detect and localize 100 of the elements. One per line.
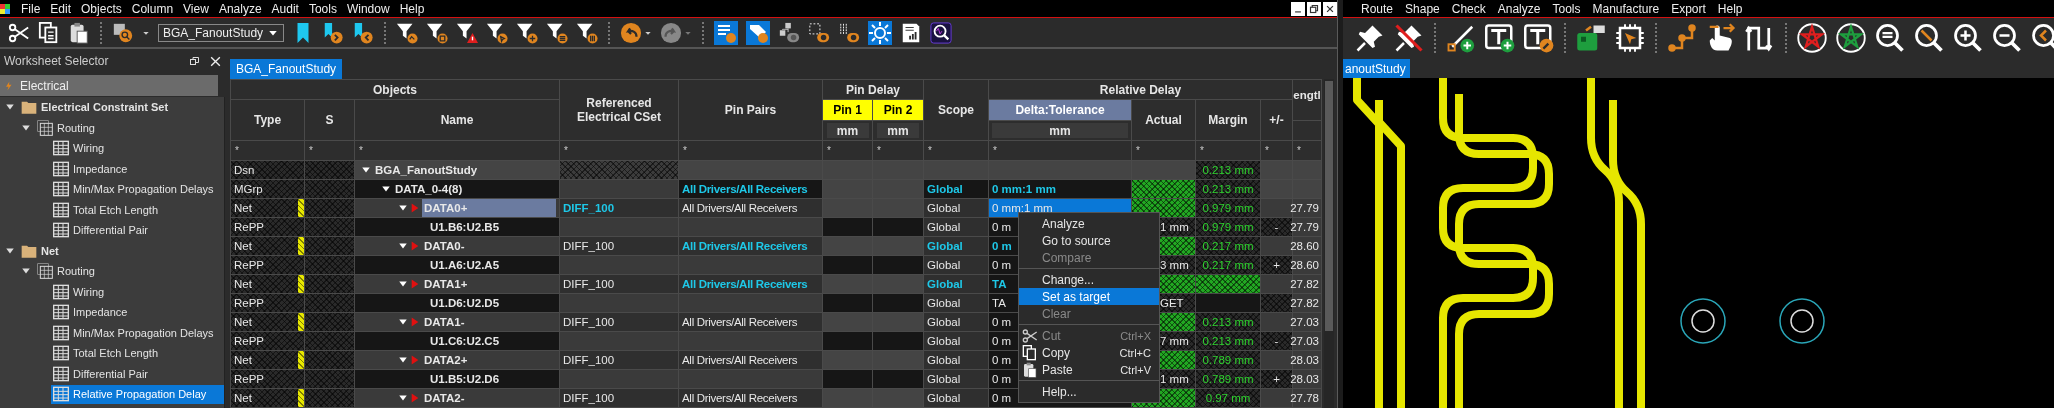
tag-toggle-icon[interactable] [746, 20, 770, 45]
menu-item[interactable]: Paste Ctrl+V [1019, 361, 1159, 378]
object-name[interactable]: DATA_0-4(8) [393, 180, 556, 198]
object-name[interactable]: U1.D6:U2.D5 [428, 294, 556, 312]
domain-bar[interactable]: Electrical [0, 75, 218, 96]
tree-item[interactable]: Differential Pair [51, 220, 224, 240]
zoom-fit-icon[interactable] [1875, 23, 1905, 53]
menu-item[interactable]: Export [1665, 1, 1712, 16]
column-header[interactable]: Delta:Tolerance [989, 100, 1131, 120]
menu-item[interactable]: Objects [76, 1, 127, 16]
pcb-canvas[interactable] [1343, 78, 2054, 408]
column-header[interactable]: Pin 1 [823, 100, 872, 120]
expand-arrow-icon[interactable] [398, 241, 408, 251]
list-settings-icon[interactable] [714, 20, 738, 45]
tree-item[interactable]: Differential Pair [51, 364, 224, 384]
column-header[interactable]: Scope [924, 80, 988, 140]
menu-item[interactable]: Analyze [213, 1, 267, 16]
menu-item[interactable]: File [16, 1, 46, 16]
restore-icon[interactable] [189, 55, 201, 67]
filter-field[interactable]: * [231, 141, 304, 160]
filter-icon[interactable] [456, 21, 478, 44]
tree-item[interactable]: Min/Max Propagation Delays [51, 179, 224, 199]
filter-icon[interactable] [576, 21, 598, 44]
paste-icon[interactable] [68, 21, 90, 44]
filter-field[interactable]: * [924, 141, 988, 160]
minimize-icon[interactable] [1291, 1, 1305, 16]
filter-icon[interactable] [546, 21, 568, 44]
menu-item[interactable]: Check [1445, 1, 1492, 16]
filter-icon[interactable] [486, 21, 508, 44]
close-icon[interactable] [209, 54, 222, 68]
column-header[interactable]: Pin Pairs [679, 80, 822, 140]
filter-field[interactable]: * [1261, 141, 1292, 160]
filter-field[interactable]: * [989, 141, 1131, 160]
expand-arrow-icon[interactable] [398, 279, 408, 289]
filter-field[interactable]: * [305, 141, 354, 160]
menu-item[interactable]: Route [1355, 1, 1400, 16]
expand-arrow-icon[interactable] [398, 355, 408, 365]
object-name[interactable]: DATA1+ [422, 275, 556, 293]
column-header[interactable]: Pin 2 [873, 100, 923, 120]
expand-arrow-icon[interactable] [381, 184, 391, 194]
menu-item[interactable]: Help [394, 1, 430, 16]
design-dropdown[interactable]: BGA_FanoutStudy [158, 23, 284, 42]
menu-item[interactable]: Edit [45, 1, 77, 16]
column-header[interactable]: engtl [1293, 80, 1321, 120]
menu-item[interactable]: Manufacture [1586, 1, 1666, 16]
filter-field[interactable]: * [560, 141, 678, 160]
tree-item[interactable]: Routing [35, 118, 224, 138]
menu-item[interactable]: Help [1711, 1, 1749, 16]
undo-icon[interactable] [620, 21, 642, 44]
ratsnest-icon[interactable] [1797, 23, 1827, 53]
redo-icon[interactable] [660, 21, 682, 44]
bookmark-next-icon[interactable] [322, 21, 344, 44]
flip-icon[interactable] [1745, 23, 1775, 53]
hierarchy-icon[interactable] [778, 21, 800, 44]
zoom-out-icon[interactable] [1992, 23, 2022, 53]
object-name[interactable]: DATA1- [422, 313, 556, 331]
column-header[interactable]: S [305, 100, 354, 140]
paste-icon[interactable] [1022, 361, 1038, 378]
restore-icon[interactable] [1307, 1, 1321, 16]
add-text-icon[interactable] [1485, 23, 1515, 53]
zoom-area-icon[interactable] [1914, 23, 1944, 53]
menu-item[interactable]: Shape [1399, 1, 1446, 16]
column-header[interactable]: +/- [1261, 100, 1292, 140]
object-name[interactable]: DATA2- [422, 389, 556, 407]
database-search-icon[interactable] [112, 21, 134, 44]
shape-toggle-icon[interactable] [808, 21, 830, 44]
filter-icon[interactable] [396, 21, 418, 44]
filter-field[interactable]: * [1132, 141, 1195, 160]
column-header[interactable]: Type [231, 100, 304, 140]
filter-field[interactable]: * [1196, 141, 1260, 160]
add-line-icon[interactable] [1446, 23, 1476, 53]
object-name[interactable]: U1.A6:U2.A5 [428, 256, 556, 274]
filter-field[interactable]: * [355, 141, 559, 160]
menu-item[interactable]: Tools [303, 1, 342, 16]
tree-item[interactable]: Electrical Constraint Set [19, 97, 224, 117]
sun-icon[interactable] [868, 20, 892, 45]
column-toggle-icon[interactable] [838, 21, 860, 44]
tree-item[interactable]: Min/Max Propagation Delays [51, 323, 224, 343]
copy-icon[interactable] [1022, 344, 1038, 361]
expand-arrow-icon[interactable] [361, 165, 371, 175]
vertical-scrollbar[interactable] [1324, 79, 1334, 408]
expand-arrow-icon[interactable] [398, 317, 408, 327]
object-name[interactable]: U1.B5:U2.D6 [428, 370, 556, 388]
menu-item[interactable]: Window [341, 1, 395, 16]
object-name[interactable]: DATA2+ [422, 351, 556, 369]
column-header[interactable]: Referenced Electrical CSet [560, 80, 678, 140]
expand-arrow-icon[interactable] [398, 393, 408, 403]
waveform-search-icon[interactable] [930, 21, 952, 44]
scissors-icon[interactable] [8, 21, 30, 44]
object-name[interactable]: DATA0- [422, 237, 556, 255]
object-name[interactable]: BGA_FanoutStudy [373, 161, 556, 179]
tree-item[interactable]: Wiring [51, 282, 224, 302]
tree-item[interactable]: Routing [35, 261, 224, 281]
tree-item[interactable]: Total Etch Length [51, 343, 224, 363]
circuit-board-icon[interactable] [1576, 23, 1606, 53]
column-header[interactable]: Name [355, 100, 559, 140]
expand-arrow-icon[interactable] [398, 203, 408, 213]
ratsnest-icon[interactable] [1836, 23, 1866, 53]
bookmark-prev-icon[interactable] [352, 21, 374, 44]
tree-item[interactable]: Relative Propagation Delay [51, 384, 224, 404]
